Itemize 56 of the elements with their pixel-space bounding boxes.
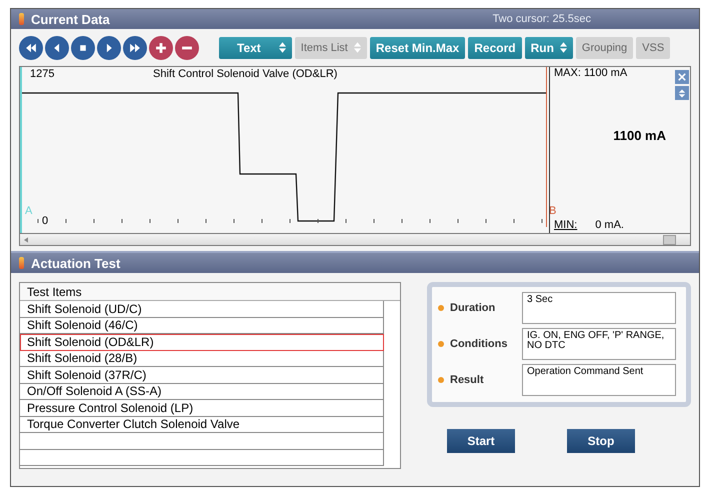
detail-label: Result (450, 374, 485, 386)
list-item[interactable]: Pressure Control Solenoid (LP) (20, 400, 384, 416)
bullet-icon (438, 377, 444, 383)
detail-value: IG. ON, ENG OFF, 'P' RANGE, NO DTC (522, 328, 676, 360)
bullet-icon (438, 305, 444, 311)
detail-value: 3 Sec (522, 292, 676, 324)
updown-icon (278, 42, 286, 53)
list-item[interactable]: On/Off Solenoid A (SS-A) (20, 384, 384, 400)
scroll-left-icon[interactable] (24, 236, 28, 242)
add-button[interactable] (149, 36, 173, 60)
play-button[interactable] (97, 36, 121, 60)
axis-label: 1275 (30, 68, 54, 80)
updown-icon (678, 88, 686, 98)
axis-label: 0 (42, 215, 48, 227)
flame-icon (19, 257, 24, 269)
forward-button[interactable] (123, 36, 147, 60)
detail-label: Conditions (450, 338, 508, 350)
panel-title: Actuation Test (31, 256, 120, 270)
column-header: Test Items (27, 284, 82, 298)
current-value: 1100 mA (613, 128, 666, 143)
cursor-label: A (25, 205, 32, 217)
list-item[interactable]: Shift Solenoid (OD&LR) (20, 334, 384, 350)
updown-icon (354, 42, 361, 53)
min-label: MIN: (554, 219, 578, 231)
flame-icon (19, 13, 24, 25)
back-button[interactable] (45, 36, 69, 60)
toolbar-button[interactable]: Text (219, 36, 292, 58)
close-icon (678, 73, 686, 81)
resize-button[interactable] (675, 86, 689, 100)
list-item[interactable]: Shift Solenoid (46/C) (20, 318, 384, 334)
remove-button[interactable] (175, 36, 199, 60)
list-item[interactable]: Shift Solenoid (UD/C) (20, 301, 384, 318)
list-item[interactable]: Torque Converter Clutch Solenoid Valve (20, 416, 384, 433)
bullet-icon (438, 341, 444, 347)
stop-button[interactable] (71, 36, 95, 60)
updown-icon (560, 42, 567, 53)
toolbar-button[interactable]: Run (524, 36, 573, 58)
toolbar-button[interactable]: Record (468, 36, 522, 58)
list-item[interactable]: Shift Solenoid (28/B) (20, 350, 384, 367)
horizontal-scrollbar[interactable] (19, 233, 691, 246)
max-value: MAX: 1100 mA (554, 67, 628, 81)
cursor-label: B (549, 205, 556, 217)
detail-label: Duration (450, 302, 496, 314)
action-button[interactable]: Start (447, 429, 515, 453)
add-icon (154, 40, 168, 54)
detail-value: Operation Command Sent (522, 364, 676, 396)
min-value: 0 mA. (595, 219, 624, 231)
scroll-thumb[interactable] (663, 234, 676, 244)
action-button[interactable]: Stop (567, 429, 635, 453)
rewind-button[interactable] (19, 36, 43, 60)
list-item[interactable]: Shift Solenoid (37R/C) (20, 367, 384, 384)
close-button[interactable] (675, 70, 689, 84)
panel-title: Current Data (31, 12, 110, 26)
signal-name: Shift Control Solenoid Valve (OD&LR) (153, 68, 338, 80)
cursor-info: Two cursor: 25.5sec (492, 13, 591, 25)
toolbar-button[interactable]: Reset Min.Max (370, 36, 466, 58)
